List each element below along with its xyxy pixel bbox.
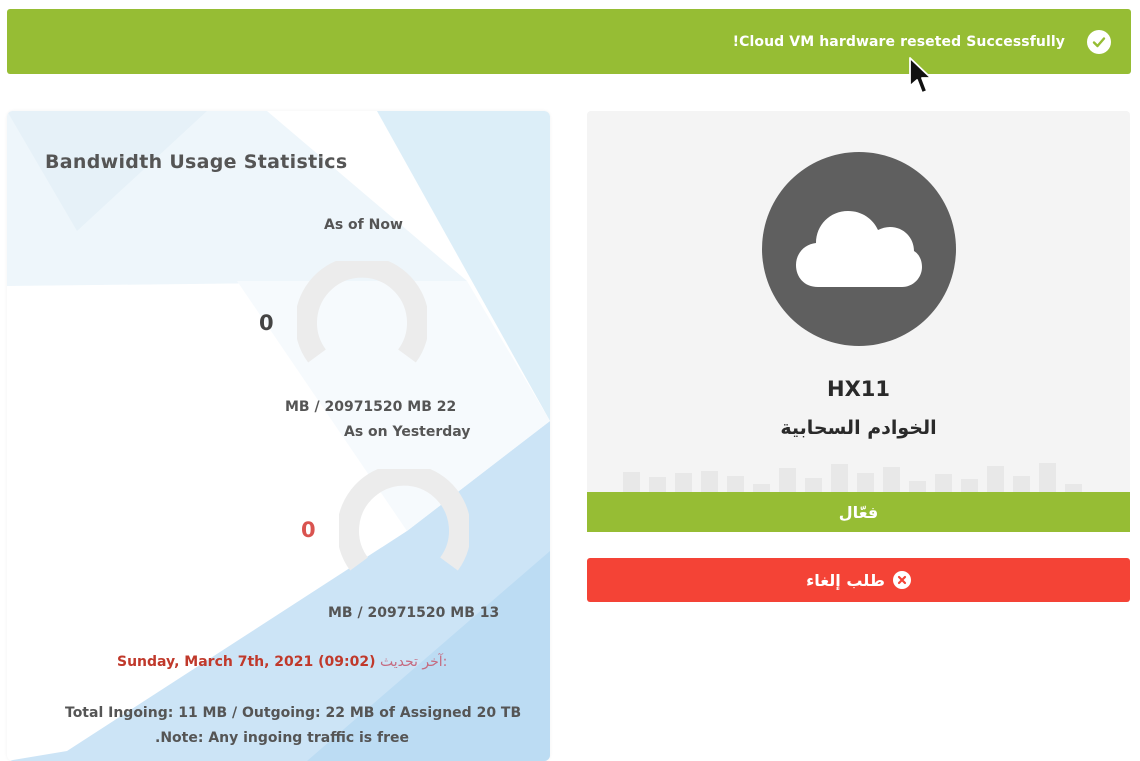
yesterday-gauge — [339, 469, 469, 571]
bandwidth-stats-panel: Bandwidth Usage Statistics As of Now 0 M… — [7, 111, 550, 761]
check-circle-icon — [1087, 29, 1111, 54]
now-gauge — [297, 261, 427, 363]
traffic-note: .Note: Any ingoing traffic is free — [155, 730, 410, 746]
server-avatar — [762, 152, 956, 346]
cloud-icon — [796, 211, 922, 287]
spacer — [587, 532, 1130, 558]
success-alert: !Cloud VM hardware reseted Successfully — [7, 9, 1131, 74]
last-updated: Sunday, March 7th, 2021 (09:02) آخر تحدي… — [117, 654, 447, 670]
cancel-label: طلب إلغاء — [806, 570, 885, 590]
decorative-bars — [623, 463, 1082, 492]
request-cancellation-button[interactable]: طلب إلغاء — [587, 558, 1130, 602]
yesterday-usage: MB / 20971520 MB 13 — [328, 605, 500, 621]
server-card: HX11 الخوادم السحابية — [587, 111, 1130, 492]
mouse-pointer-icon — [909, 57, 932, 94]
last-updated-date: Sunday, March 7th, 2021 (09:02) — [117, 654, 376, 670]
total-traffic: Total Ingoing: 11 MB / Outgoing: 22 MB o… — [65, 705, 522, 721]
status-badge: فعّال — [587, 492, 1130, 532]
as-on-yesterday-label: As on Yesterday — [344, 424, 471, 440]
server-hostname: HX11 — [827, 377, 890, 401]
yesterday-value: 0 — [301, 518, 316, 542]
as-of-now-label: As of Now — [324, 217, 403, 233]
now-value: 0 — [259, 311, 274, 335]
now-usage: MB / 20971520 MB 22 — [285, 399, 457, 415]
alert-message: !Cloud VM hardware reseted Successfully — [732, 33, 1065, 50]
server-product: الخوادم السحابية — [780, 417, 937, 439]
last-updated-label: آخر تحديث: — [379, 654, 448, 670]
x-circle-icon — [892, 571, 911, 589]
stats-title: Bandwidth Usage Statistics — [45, 151, 348, 173]
